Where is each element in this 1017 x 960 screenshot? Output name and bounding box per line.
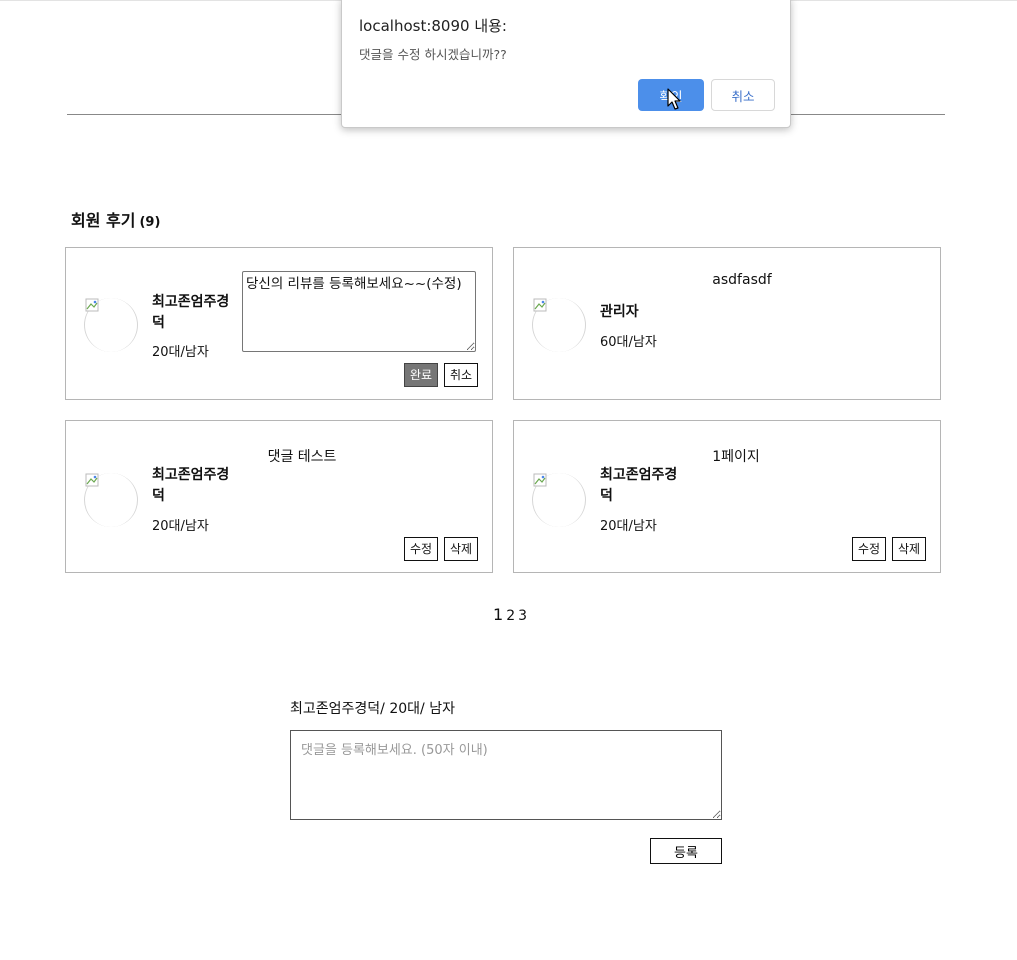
comment-writer-info: 최고존엄주경덕/ 20대/ 남자	[290, 701, 455, 717]
broken-image-icon	[533, 473, 547, 487]
edit-button[interactable]: 수정	[404, 537, 439, 561]
dialog-cancel-button[interactable]: 취소	[711, 79, 775, 111]
reviewer-name: 최고존엄주경덕	[152, 467, 230, 504]
reviewer-name: 최고존엄주경덕	[152, 294, 230, 331]
review-content: 댓글 테스트	[267, 449, 337, 465]
review-card: 최고존엄주경덕 20대/남자 완료 취소	[65, 247, 493, 400]
reviews-section-title: 회원 후기 (9)	[71, 207, 160, 231]
reviewer-age-gender: 60대/남자	[600, 335, 657, 350]
broken-image-icon	[85, 298, 99, 312]
reviews-title: 회원 후기	[71, 211, 136, 230]
review-content: 1페이지	[712, 449, 760, 465]
comment-input[interactable]	[290, 730, 722, 820]
page-link-3[interactable]: 3	[518, 608, 527, 624]
reviewer-name: 관리자	[600, 304, 639, 320]
review-card: 댓글 테스트 최고존엄주경덕 20대/남자 수정 삭제	[65, 420, 493, 573]
review-edit-textarea[interactable]	[242, 271, 476, 352]
reviewer-age-gender: 20대/남자	[152, 519, 209, 534]
cancel-edit-button[interactable]: 취소	[444, 363, 479, 387]
broken-image-icon	[85, 473, 99, 487]
dialog-message: 댓글을 수정 하시겠습니까??	[359, 47, 507, 62]
mouse-cursor-icon	[667, 88, 681, 110]
avatar	[532, 473, 586, 527]
page-link-2[interactable]: 2	[506, 608, 515, 624]
review-card: asdfasdf 관리자 60대/남자	[513, 247, 941, 400]
broken-image-icon	[533, 298, 547, 312]
pagination: 123	[493, 605, 530, 624]
reviewer-age-gender: 20대/남자	[600, 519, 657, 534]
delete-button[interactable]: 삭제	[444, 537, 479, 561]
edit-button[interactable]: 수정	[852, 537, 887, 561]
page-link-1[interactable]: 1	[493, 605, 503, 624]
delete-button[interactable]: 삭제	[892, 537, 927, 561]
submit-comment-button[interactable]: 등록	[650, 838, 722, 864]
reviewer-name: 최고존엄주경덕	[600, 467, 678, 504]
reviewer-age-gender: 20대/남자	[152, 345, 209, 360]
avatar	[532, 298, 586, 352]
reviews-count: (9)	[139, 215, 161, 230]
review-card: 1페이지 최고존엄주경덕 20대/남자 수정 삭제	[513, 420, 941, 573]
dialog-title: localhost:8090 내용:	[359, 17, 507, 35]
avatar	[84, 473, 138, 527]
done-button[interactable]: 완료	[404, 363, 439, 387]
confirm-dialog: localhost:8090 내용: 댓글을 수정 하시겠습니까?? 확인 취소	[341, 0, 791, 128]
review-content: asdfasdf	[712, 272, 772, 288]
avatar	[84, 298, 138, 352]
